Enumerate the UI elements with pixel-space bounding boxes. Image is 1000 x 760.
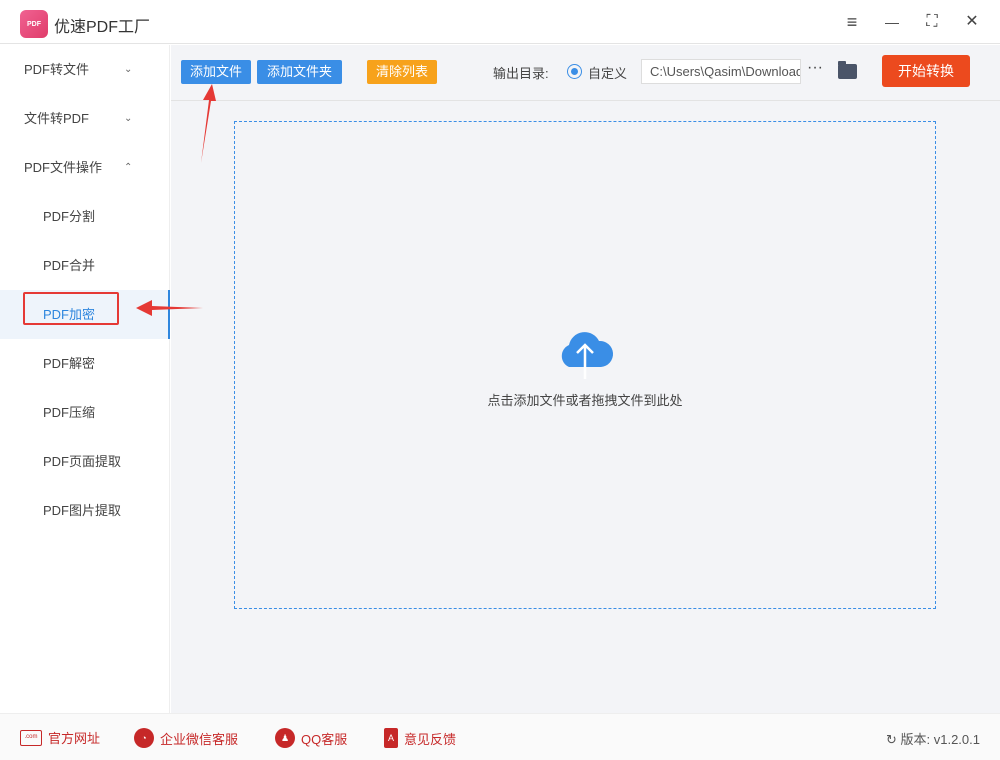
arrow-to-pdf-encrypt [136,300,203,316]
website-link[interactable]: .com 官方网址 [20,728,100,747]
wechat-icon: ◔ [134,728,154,748]
wechat-support-link[interactable]: ◔ 企业微信客服 [134,728,238,748]
version-label: ↻ 版本: v1.2.0.1 [886,729,980,748]
label: QQ客服 [301,729,347,748]
label: 官方网址 [48,728,100,747]
label: 企业微信客服 [160,729,238,748]
feedback-icon: A [384,728,398,748]
feedback-link[interactable]: A 意见反馈 [384,728,456,748]
version-text: 版本: v1.2.0.1 [901,732,980,747]
qq-support-link[interactable]: ♟ QQ客服 [275,728,347,748]
website-icon: .com [20,730,42,746]
label: 意见反馈 [404,729,456,748]
footer: .com 官方网址 ◔ 企业微信客服 ♟ QQ客服 A 意见反馈 ↻ 版本: v1.2.… [0,713,1000,760]
arrow-to-add-file [201,84,216,163]
qq-icon: ♟ [275,728,295,748]
refresh-icon[interactable]: ↻ [886,732,901,747]
annotation-arrows [0,0,1000,760]
